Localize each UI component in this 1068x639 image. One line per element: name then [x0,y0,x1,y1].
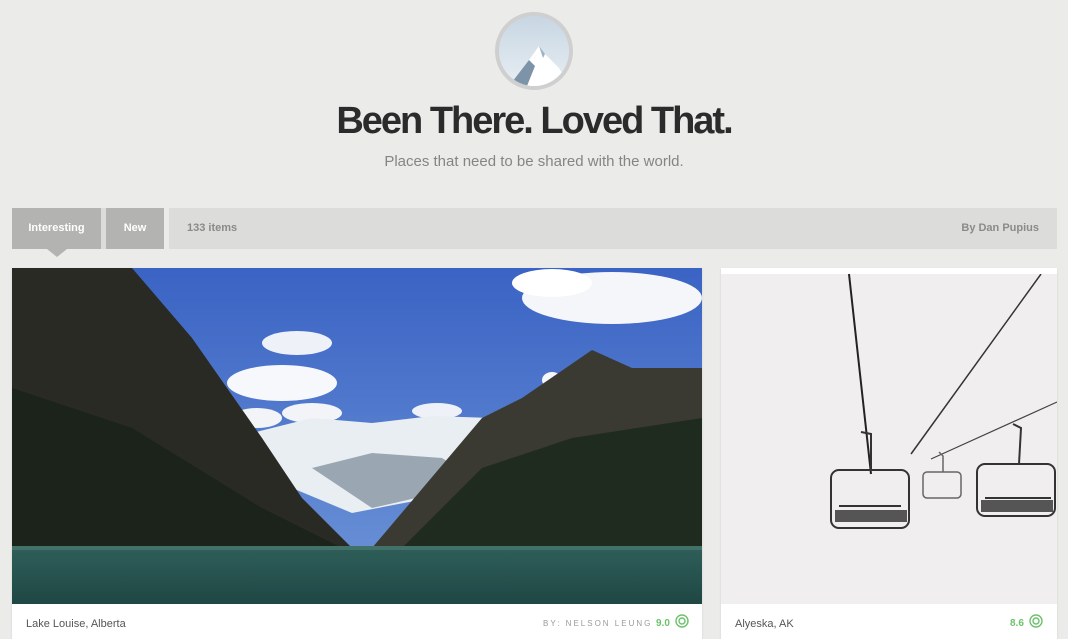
active-tab-indicator [47,249,67,257]
place-score: 9.0 [656,618,670,629]
tab-interesting[interactable]: Interesting [12,208,101,249]
author-credit: By Dan Pupius [961,222,1039,234]
place-card-alyeska[interactable]: Alyeska, AK 8.6 [721,268,1057,639]
page-title: Been There. Loved That. [336,100,733,142]
avatar [495,12,573,90]
mountain-peak-image [499,16,569,86]
toolbar-divider [164,208,169,249]
place-card-lake-louise[interactable]: Lake Louise, Alberta BY: NELSON LEUNG 9.… [12,268,702,639]
lake-mountain-photo[interactable] [12,268,702,604]
page-subtitle: Places that need to be shared with the w… [384,153,684,170]
place-score: 8.6 [1010,618,1024,629]
place-location: Lake Louise, Alberta [26,618,126,630]
card-footer: Lake Louise, Alberta BY: NELSON LEUNG 9.… [12,604,702,639]
item-count: 133 items [187,222,238,234]
target-icon [1029,614,1043,628]
photographer-credit[interactable]: BY: NELSON LEUNG [543,619,652,628]
place-location: Alyeska, AK [735,618,794,630]
tab-new[interactable]: New [106,208,164,249]
target-icon [675,614,689,628]
card-footer: Alyeska, AK 8.6 [721,604,1057,639]
filter-toolbar: Interesting New 133 items By Dan Pupius [12,208,1057,257]
chairlift-photo[interactable] [721,274,1057,604]
